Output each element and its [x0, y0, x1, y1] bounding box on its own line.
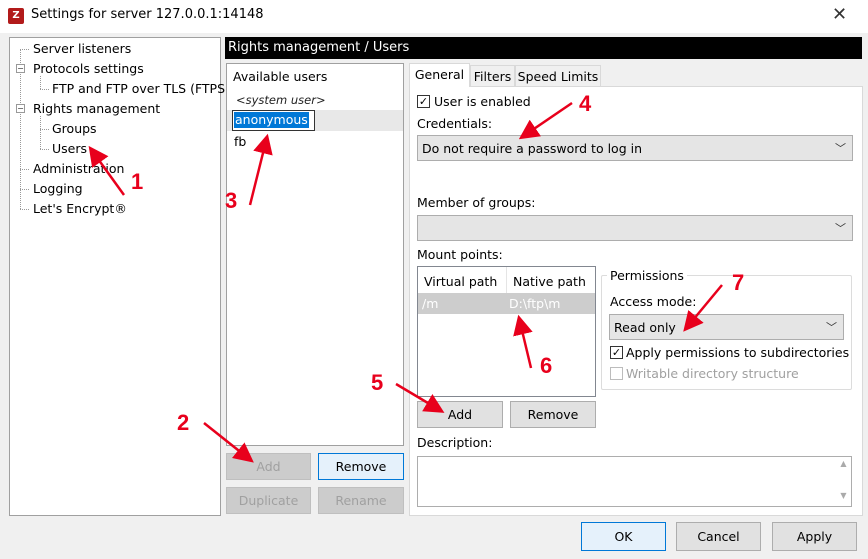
annotation-label-7: 7: [732, 270, 745, 295]
annotation-arrow-6: [513, 314, 533, 369]
annotation-label-5: 5: [371, 370, 384, 395]
annotation-label-6: 6: [540, 353, 553, 378]
annotation-arrow-2: [203, 422, 254, 463]
annotation-arrow-1: [88, 145, 126, 196]
annotation-label-4: 4: [579, 91, 592, 116]
annotation-arrow-4: [518, 101, 573, 140]
annotation-arrow-3: [248, 133, 273, 206]
annotation-label-3: 3: [225, 188, 238, 213]
annotation-arrow-7: [683, 284, 723, 332]
annotation-arrow-5: [395, 382, 445, 413]
annotation-label-1: 1: [131, 169, 144, 194]
annotation-label-2: 2: [177, 410, 190, 435]
